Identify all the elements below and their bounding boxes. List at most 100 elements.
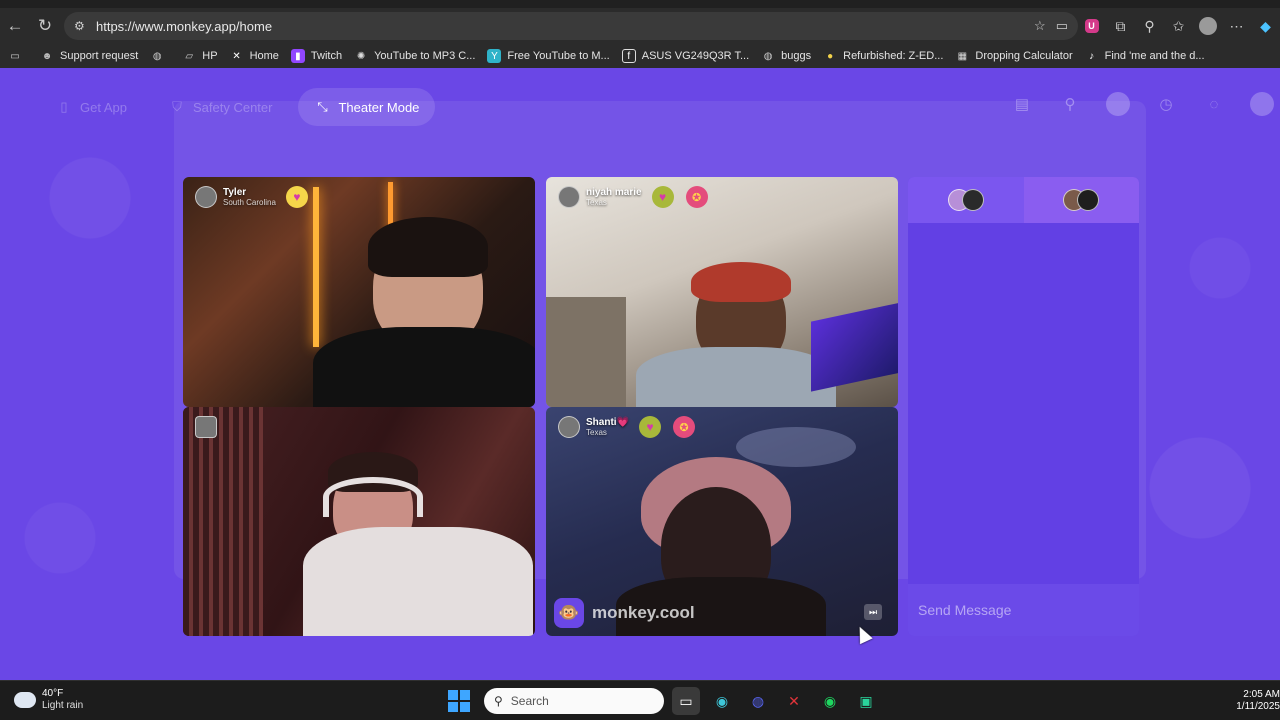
monkey-logo-icon: 🐵 xyxy=(554,598,584,628)
bookmark-item[interactable]: Y Free YouTube to M... xyxy=(487,49,610,63)
refresh-button[interactable]: ↻ xyxy=(30,11,60,41)
get-app-button[interactable]: ▯ Get App xyxy=(40,88,143,126)
bookmark-label: Free YouTube to M... xyxy=(507,50,610,62)
site-info-icon[interactable]: ⚙ xyxy=(74,19,88,33)
monkey-watermark: 🐵 monkey.cool xyxy=(554,598,695,628)
cloud-rain-icon xyxy=(14,692,36,708)
video-tile[interactable]: Tyler South Carolina ♥ xyxy=(183,177,535,407)
chat-tabs xyxy=(908,177,1139,223)
video-tile[interactable]: Shanti💗 Texas ♥ ✪ 🐵 monkey.cool ⏭ xyxy=(546,407,898,636)
send-message-input[interactable] xyxy=(918,602,1118,618)
bookmark-label: ASUS VG249Q3R T... xyxy=(641,50,750,62)
watermark-text: monkey.cool xyxy=(592,603,695,622)
person-hair xyxy=(691,262,791,302)
bookmark-item[interactable]: ♪ Find 'me and the d... xyxy=(1085,49,1205,63)
bookmark-label: Dropping Calculator xyxy=(975,50,1073,62)
user-tag: Shanti💗 Texas ♥ ✪ xyxy=(558,416,696,438)
asus-icon: f xyxy=(621,49,636,63)
bookmark-item[interactable]: ▱ HP xyxy=(182,49,217,63)
url-text[interactable]: https://www.monkey.app/home xyxy=(96,19,272,34)
badge-button[interactable]: ✪ xyxy=(685,186,708,208)
weather-desc: Light rain xyxy=(42,700,84,711)
coin-icon: ● xyxy=(827,50,834,62)
bookmark-label: Home xyxy=(249,50,279,62)
bookmark-collections[interactable]: ▭ xyxy=(8,49,28,63)
avatar-pair xyxy=(947,189,984,211)
avatar xyxy=(1077,189,1100,211)
chat-tab-pair-2[interactable] xyxy=(1023,177,1139,223)
extensions-icon[interactable]: ⧉ xyxy=(1106,10,1135,42)
bookmark-item[interactable]: ✺ YouTube to MP3 C... xyxy=(354,49,476,63)
heart-button[interactable]: ♥ xyxy=(285,186,308,208)
user-avatar-icon[interactable] xyxy=(1250,92,1274,116)
video-icon[interactable]: ▭ xyxy=(1056,18,1068,34)
bookmark-label: Refurbished: Z-ED... xyxy=(843,50,944,62)
system-clock[interactable]: 2:05 AM 1/11/2025 xyxy=(1236,689,1280,713)
user-avatar xyxy=(558,416,580,438)
skip-icon: ⏭ xyxy=(868,606,878,617)
bookmark-item[interactable]: ◍ xyxy=(150,49,170,63)
favorites-icon[interactable]: ✩ xyxy=(1164,10,1193,42)
video-tile[interactable]: niyah marie Texas ♥ ✪ xyxy=(546,177,898,407)
get-app-label: Get App xyxy=(80,99,127,115)
heart-button[interactable]: ♥ xyxy=(639,416,662,438)
user-avatar xyxy=(195,186,217,208)
user-tag: niyah marie Texas ♥ ✪ xyxy=(558,186,708,208)
phone-icon: ▯ xyxy=(60,99,68,114)
more-menu-icon[interactable]: ⋯ xyxy=(1222,10,1251,42)
chat-bubble-icon[interactable]: ◌ xyxy=(1202,92,1226,116)
heart-icon: ♥ xyxy=(293,190,301,204)
clock-date: 1/11/2025 xyxy=(1236,701,1280,712)
heart-button[interactable]: ♥ xyxy=(651,186,674,208)
extension-badge-icon[interactable]: U xyxy=(1077,10,1106,42)
file-explorer-icon[interactable]: ▭ xyxy=(672,687,700,715)
bookmark-item[interactable]: ☻ Support request xyxy=(40,49,139,63)
twitch-icon: ▮ xyxy=(290,49,305,63)
laptop-screen xyxy=(811,302,898,392)
weather-temp: 40°F xyxy=(42,688,64,699)
bookmark-label: Twitch xyxy=(310,50,343,62)
globe-icon: ◍ xyxy=(763,50,773,62)
spotify-icon[interactable]: ◉ xyxy=(816,687,844,715)
user-avatar xyxy=(558,186,580,208)
bookmark-item[interactable]: ▮ Twitch xyxy=(290,49,343,63)
skip-button[interactable]: ⏭ xyxy=(864,604,882,620)
person-body xyxy=(313,327,535,407)
edge-icon[interactable]: ◉ xyxy=(708,687,736,715)
url-bar[interactable]: ⚙ https://www.monkey.app/home ☆ ▭ xyxy=(64,12,1078,40)
x-logo-icon: ✕ xyxy=(232,50,241,62)
weather-widget[interactable]: 40°F Light rain xyxy=(14,688,83,712)
badge-button[interactable]: ✪ xyxy=(673,416,696,438)
history-icon[interactable]: ◷ xyxy=(1154,92,1178,116)
bookmark-item[interactable]: ◍ buggs xyxy=(761,49,811,63)
bookmark-label: Find 'me and the d... xyxy=(1104,50,1205,62)
bookmark-item[interactable]: ✕ Home xyxy=(230,49,279,63)
bookmark-item[interactable]: ▦ Dropping Calculator xyxy=(955,49,1073,63)
avatar-pair xyxy=(1063,189,1100,211)
user-avatar xyxy=(195,416,217,438)
taskbar-search[interactable]: ⚲ Search xyxy=(484,688,664,714)
bookmarks-bar: ▭ ☻ Support request ◍ ▱ HP ✕ Home ▮ Twitch ✺… xyxy=(0,44,1280,68)
back-button[interactable]: ← xyxy=(0,11,30,41)
video-tile[interactable] xyxy=(183,407,535,636)
app-x-icon[interactable]: ✕ xyxy=(780,687,808,715)
chat-tab-pair-1[interactable] xyxy=(908,177,1024,223)
discord-icon[interactable]: ◍ xyxy=(744,687,772,715)
bookmark-item[interactable]: f ASUS VG249Q3R T... xyxy=(621,49,750,63)
favorite-star-icon[interactable]: ☆ xyxy=(1034,18,1046,34)
heart-icon: ♥ xyxy=(646,420,654,434)
copilot-icon[interactable]: ◆ xyxy=(1251,10,1280,42)
user-tag xyxy=(195,416,217,438)
calculator-icon: ▦ xyxy=(957,50,968,62)
profile-icon[interactable] xyxy=(1193,10,1222,42)
bookmark-item[interactable]: ● Refurbished: Z-ED... xyxy=(823,49,943,63)
chat-app-icon[interactable]: ▣ xyxy=(852,687,880,715)
badge-icon: ✪ xyxy=(691,191,702,204)
ceiling-fan xyxy=(736,427,856,467)
user-location: South Carolina xyxy=(223,198,276,207)
split-screen-icon[interactable]: ⚲ xyxy=(1135,10,1164,42)
user-location: Texas xyxy=(586,198,607,207)
person-hair xyxy=(368,217,488,277)
user-name: Tyler xyxy=(223,187,247,198)
windows-start-icon[interactable] xyxy=(448,690,470,712)
